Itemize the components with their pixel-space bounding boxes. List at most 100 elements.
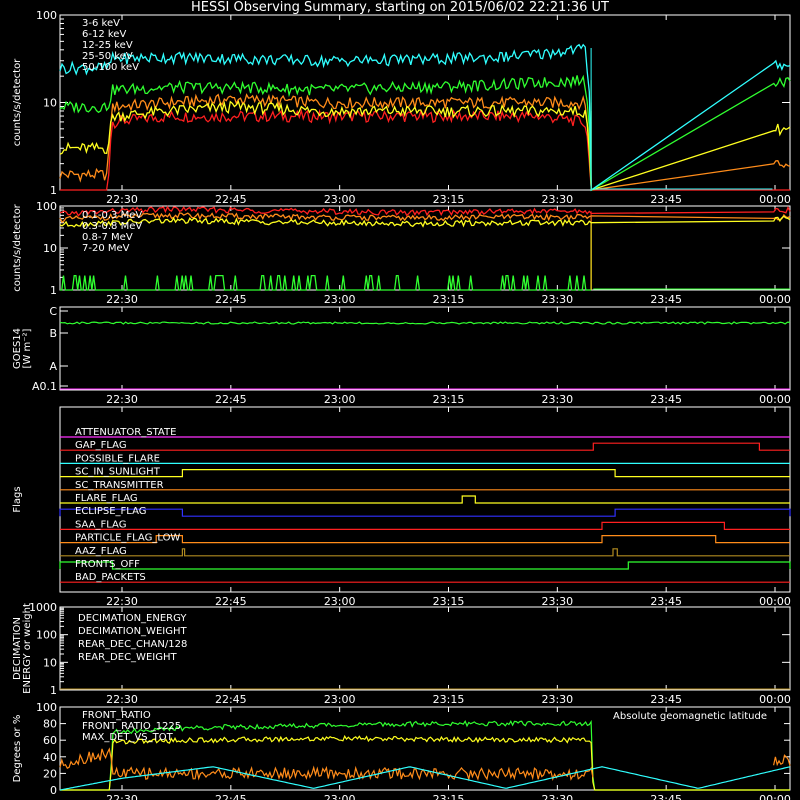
y-axis-label: counts/s/detector [12,58,23,146]
x-tick-label: 23:45 [650,595,682,608]
x-tick-label: 23:00 [324,393,356,406]
legend-entry: DECIMATION_ENERGY [78,613,187,624]
series-line [59,747,791,782]
y-tick-label: 60 [43,734,57,747]
y-tick-label: C [49,305,57,318]
panel-goes [59,306,791,391]
y-tick-label: 10 [43,656,57,669]
x-tick-label: 23:00 [324,793,356,800]
y-tick-label: A [49,360,57,373]
observing-summary-chart: 22:30 22:45 23:00 23:15 23:30 23:45 00:0011010… [12,9,791,800]
y-tick-label: 1 [50,284,57,297]
y-tick-label: 40 [43,751,57,764]
x-tick-label: 22:30 [106,193,138,206]
series-line [60,108,790,191]
series-line [60,274,592,291]
legend-entry: 0.3-0.8 MeV [82,221,142,232]
series-line [59,74,791,192]
x-tick-label: 23:15 [433,595,465,608]
y-tick-label: 100 [36,9,57,22]
flag-label: GAP_FLAG [75,440,127,451]
flag-line [60,442,790,451]
series-line [59,93,791,191]
y-tick-label: 20 [43,767,57,780]
x-tick-label: 23:00 [324,595,356,608]
flag-label: AAZ_FLAG [75,546,127,557]
y-tick-label: 100 [36,701,57,714]
flag-label: FLARE_FLAG [75,493,138,504]
series-line [60,734,790,791]
x-tick-label: 23:30 [541,793,573,800]
legend-entry: 0.1-0.3 MeV [82,210,142,221]
x-tick-label: 23:15 [433,193,465,206]
legend-entry: REAR_DEC_WEIGHT [78,652,177,663]
flag-label: SAA_FLAG [75,519,126,530]
x-tick-label: 22:45 [215,393,247,406]
y-tick-label: 10 [43,97,57,110]
legend-entry: 50-100 keV [82,62,139,73]
panel-gamma [59,205,791,291]
x-tick-label: 23:15 [433,793,465,800]
legend-entry: MAX_DET_VS_TOT [82,732,174,743]
flag-line [60,521,790,530]
x-tick-label: 23:15 [433,393,465,406]
legend-entry: 3-6 keV [82,18,120,29]
series-line [59,215,791,228]
y-tick-label: 10 [43,242,57,255]
y-tick-label: 0 [50,784,57,797]
x-tick-label: 22:30 [106,793,138,800]
legend-entry: FRONT_RATIO_1225 [82,721,181,732]
x-tick-label: 23:30 [541,193,573,206]
x-tick-label: 22:45 [215,793,247,800]
y-tick-label: B [49,327,57,340]
x-tick-label: 23:45 [650,293,682,306]
x-tick-label: 22:45 [215,693,247,706]
flag-line [60,469,790,478]
flag-label: SC_IN_SUNLIGHT [75,467,161,478]
y-tick-label: 1000 [29,601,57,614]
flag-label: POSSIBLE_FLARE [75,453,160,464]
flag-label: ATTENUATOR_STATE [75,427,176,438]
x-tick-label: 00:00 [759,393,791,406]
legend-entry: FRONT_RATIO [82,710,151,721]
x-tick-label: 23:00 [324,293,356,306]
flag-label: PARTICLE_FLAG_LOW [75,533,180,544]
panel-hxr [59,14,791,192]
x-tick-label: 00:00 [759,693,791,706]
x-tick-label: 22:45 [215,193,247,206]
x-tick-label: 23:45 [650,693,682,706]
y-axis-label: ENERGY or weight [22,603,33,694]
legend-entry: 6-12 keV [82,29,126,40]
series-line [59,321,791,325]
x-tick-label: 00:00 [759,193,791,206]
x-tick-label: 23:30 [541,693,573,706]
y-tick-label: 1 [50,184,57,197]
x-tick-label: 00:00 [759,595,791,608]
legend-entry: 25-50 keV [82,51,133,62]
x-tick-label: 23:30 [541,595,573,608]
x-tick-label: 23:00 [324,693,356,706]
legend-entry: 7-20 MeV [82,243,130,254]
flag-line [60,495,790,504]
x-tick-label: 23:30 [541,393,573,406]
x-tick-label: 23:45 [650,793,682,800]
y-axis-label: Flags [12,486,23,512]
flag-line [60,548,790,557]
x-tick-label: 23:45 [650,393,682,406]
x-tick-label: 22:30 [106,693,138,706]
x-tick-label: 00:00 [759,293,791,306]
legend-entry: 0.8-7 MeV [82,232,133,243]
y-axis-label: counts/s/detector [12,203,23,291]
y-axis-label: Degrees or % [12,715,23,783]
x-tick-label: 22:30 [106,595,138,608]
y-tick-label: A0.1 [32,380,57,393]
flag-label: FRONTS_OFF [75,559,140,570]
y-tick-label: 80 [43,718,57,731]
x-tick-label: 23:45 [650,193,682,206]
x-tick-label: 23:00 [324,193,356,206]
legend-entry: 12-25 keV [82,40,133,51]
flag-label: ECLIPSE_FLAG [75,506,146,517]
panel-frame [59,306,791,391]
legend-entry: DECIMATION_WEIGHT [78,626,187,637]
x-tick-label: 23:30 [541,293,573,306]
